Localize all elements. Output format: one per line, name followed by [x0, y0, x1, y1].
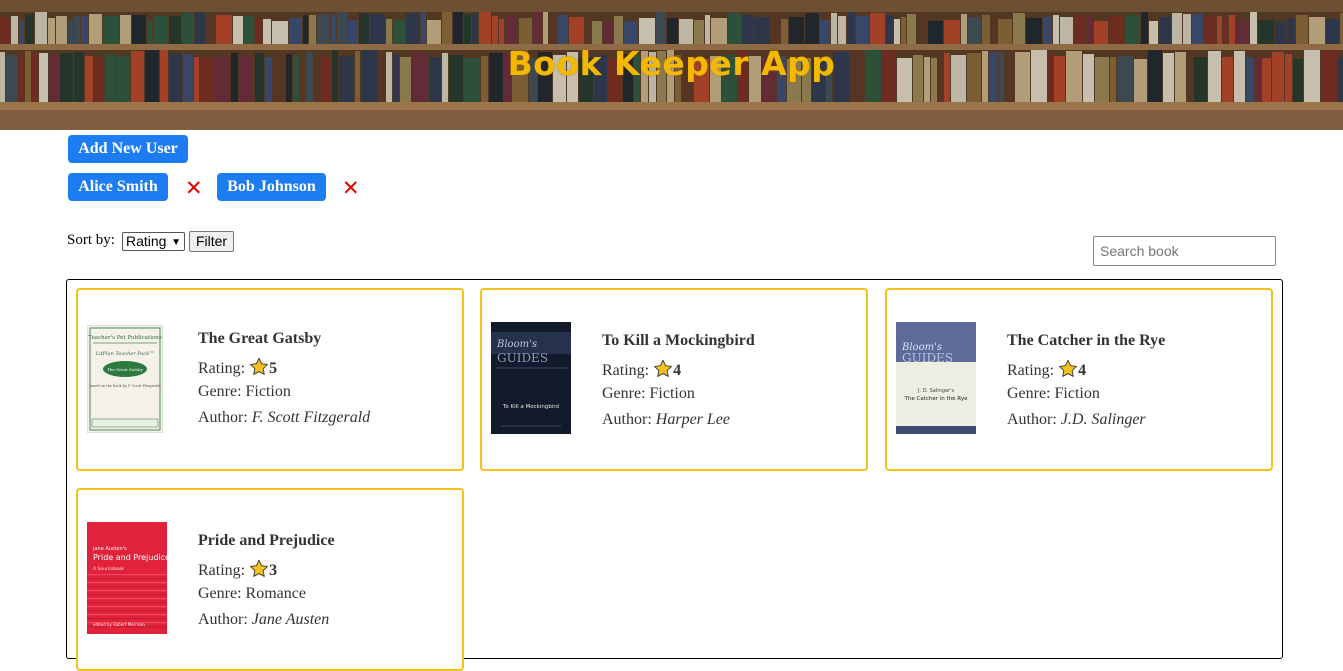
- cover-texture-line: [87, 602, 167, 604]
- genre-value: Fiction: [649, 385, 695, 402]
- book-title: To Kill a Mockingbird: [602, 332, 755, 349]
- book-rating: Rating: 4: [602, 359, 862, 379]
- author-label: Author:: [198, 409, 248, 426]
- genre-value: Romance: [245, 585, 306, 602]
- book-author: Author: F. Scott Fitzgerald: [198, 409, 458, 428]
- book-author: Author: Jane Austen: [198, 611, 458, 630]
- cover-series: LitPlan Teacher Pack™: [95, 351, 154, 357]
- cover-texture-line: [87, 610, 167, 612]
- book-card[interactable]: Teacher's Pet Publications LitPlan Teach…: [76, 288, 464, 471]
- chevron-down-icon: ▼: [171, 237, 181, 248]
- cover-brand: Bloom's: [496, 339, 537, 350]
- star-icon: [654, 359, 673, 377]
- cover-book-title: The Catcher in the Rye: [904, 396, 969, 402]
- cover-texture-line: [87, 614, 167, 616]
- cover-texture-line: [87, 578, 167, 580]
- author-label: Author:: [1007, 411, 1057, 428]
- author-value: Harper Lee: [655, 411, 730, 428]
- book-card[interactable]: Bloom's GUIDES To Kill a Mockingbird To …: [480, 288, 868, 471]
- rating-value: 3: [269, 562, 278, 579]
- remove-user-alice-smith-icon[interactable]: ✕: [185, 178, 203, 199]
- header-banner: Book Keeper App: [0, 0, 1343, 130]
- genre-value: Fiction: [245, 383, 291, 400]
- author-value: F. Scott Fitzgerald: [251, 409, 371, 426]
- book-cover-image: Bloom's GUIDES To Kill a Mockingbird: [491, 322, 571, 434]
- cover-brand-2: GUIDES: [902, 351, 953, 365]
- user-button-bob-johnson[interactable]: Bob Johnson: [217, 173, 326, 201]
- rating-value: 5: [269, 360, 278, 377]
- author-label: Author:: [198, 611, 248, 628]
- genre-label: Genre:: [602, 385, 646, 402]
- author-value: J.D. Salinger: [1060, 411, 1146, 428]
- filter-button[interactable]: Filter: [189, 231, 234, 252]
- add-new-user-button[interactable]: Add New User: [68, 135, 188, 163]
- rating-label: Rating:: [198, 562, 246, 579]
- genre-value: Fiction: [1054, 385, 1100, 402]
- rating-label: Rating:: [198, 360, 246, 377]
- star-icon: [250, 357, 269, 375]
- cover-author-line: Jane Austen's: [92, 546, 127, 552]
- sort-by-label: Sort by:: [67, 232, 115, 248]
- rating-value: 4: [1078, 362, 1087, 379]
- book-genre: Genre: Romance: [198, 585, 458, 604]
- book-title: The Catcher in the Rye: [1007, 332, 1166, 349]
- book-info: Pride and Prejudice Rating: 3 Genre: Rom…: [198, 532, 458, 637]
- book-author: Author: J.D. Salinger: [1007, 411, 1267, 430]
- book-card[interactable]: Jane Austen's Pride and Prejudice A Sour…: [76, 488, 464, 671]
- book-rating: Rating: 5: [198, 357, 458, 377]
- cover-book-title: Pride and Prejudice: [93, 553, 167, 562]
- cover-texture-line: [87, 590, 167, 592]
- book-author: Author: Harper Lee: [602, 411, 862, 430]
- remove-user-bob-johnson-icon[interactable]: ✕: [342, 178, 360, 199]
- cover-texture-line: [87, 606, 167, 608]
- cover-texture-line: [87, 594, 167, 596]
- book-info: The Great Gatsby Rating: 5 Genre: Fictio…: [198, 330, 458, 435]
- book-info: To Kill a Mockingbird Rating: 4 Genre: F…: [602, 332, 862, 437]
- cover-book-title: To Kill a Mockingbird: [502, 404, 559, 410]
- star-icon: [1059, 359, 1078, 377]
- author-value: Jane Austen: [251, 611, 330, 628]
- cover-texture-line: [87, 586, 167, 588]
- book-cover-image: Teacher's Pet Publications LitPlan Teach…: [87, 325, 163, 433]
- cover-byline: based on the book by F. Scott Fitzgerald: [89, 384, 161, 388]
- app-title: Book Keeper App: [507, 44, 836, 83]
- book-cover-image: Jane Austen's Pride and Prejudice A Sour…: [87, 522, 167, 634]
- cover-publisher: Teacher's Pet Publications: [88, 335, 161, 341]
- genre-label: Genre:: [198, 585, 242, 602]
- sort-select[interactable]: Rating ▼: [122, 232, 185, 251]
- book-card[interactable]: Bloom's GUIDES J. D. Salinger's The Catc…: [885, 288, 1273, 471]
- cover-editor: edited by Robert Morrison: [93, 622, 145, 627]
- book-title: Pride and Prejudice: [198, 532, 335, 549]
- rating-label: Rating:: [602, 362, 650, 379]
- book-cover-image: Bloom's GUIDES J. D. Salinger's The Catc…: [896, 322, 976, 434]
- cover-brand-2: GUIDES: [497, 351, 548, 365]
- author-label: Author:: [602, 411, 652, 428]
- book-rating: Rating: 3: [198, 559, 458, 579]
- cover-texture-line: [87, 598, 167, 600]
- cover-subtitle: A Sourcebook: [93, 566, 124, 572]
- cover-author-line: J. D. Salinger's: [917, 388, 955, 394]
- cover-book-title: The Great Gatsby: [107, 367, 143, 372]
- sort-select-value: Rating: [126, 233, 167, 249]
- book-genre: Genre: Fiction: [602, 385, 862, 404]
- genre-label: Genre:: [198, 383, 242, 400]
- search-book-input[interactable]: [1093, 236, 1276, 266]
- rating-label: Rating:: [1007, 362, 1055, 379]
- cover-texture-line: [87, 618, 167, 620]
- book-rating: Rating: 4: [1007, 359, 1267, 379]
- book-genre: Genre: Fiction: [1007, 385, 1267, 404]
- cover-texture-line: [87, 574, 167, 576]
- book-genre: Genre: Fiction: [198, 383, 458, 402]
- book-title: The Great Gatsby: [198, 330, 322, 347]
- book-info: The Catcher in the Rye Rating: 4 Genre: …: [1007, 332, 1267, 437]
- user-button-alice-smith[interactable]: Alice Smith: [68, 173, 168, 201]
- star-icon: [250, 559, 269, 577]
- rating-value: 4: [673, 362, 682, 379]
- cover-texture-line: [87, 582, 167, 584]
- genre-label: Genre:: [1007, 385, 1051, 402]
